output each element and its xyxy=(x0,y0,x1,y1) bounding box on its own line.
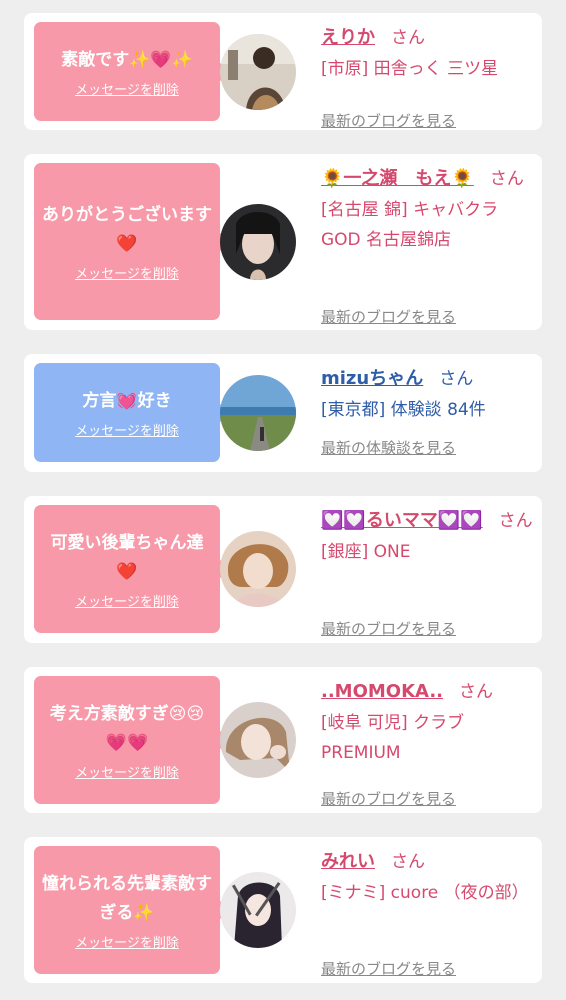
profile-info: mizuちゃん さん [東京都] 体験談 84件 最新の体験談を見る xyxy=(321,364,534,457)
profile-name-link[interactable]: mizuちゃん xyxy=(321,368,423,389)
profile-name-link[interactable]: 💟💟るいママ💟💟 xyxy=(321,510,483,531)
delete-message-link[interactable]: メッセージを削除 xyxy=(75,762,179,781)
message-card: 可愛い後輩ちゃん達❤️ メッセージを削除 💟💟るいママ💟💟 さん [銀座] ONE… xyxy=(24,496,542,643)
profile-name-link[interactable]: ..MOMOKA.. xyxy=(321,681,443,702)
message-bubble: 考え方素敵すぎ😢😢💗💗 メッセージを削除 xyxy=(34,676,230,804)
message-bubble: 可愛い後輩ちゃん達❤️ メッセージを削除 xyxy=(34,505,230,633)
honorific: さん xyxy=(391,852,425,872)
profile-name-link[interactable]: 🌻一之瀬 もえ🌻 xyxy=(321,168,474,189)
shop-info: [市原] 田舎っく 三ツ星 xyxy=(321,59,499,79)
message-bubble: 方言💓好き メッセージを削除 xyxy=(34,363,230,462)
message-text: ありがとうございます❤️ xyxy=(42,205,212,254)
shop-info: [東京都] 体験談 84件 xyxy=(321,400,486,420)
message-card: ありがとうございます❤️ メッセージを削除 🌻一之瀬 もえ🌻 さん [名古屋 錦]… xyxy=(24,154,542,330)
avatar[interactable] xyxy=(220,34,296,110)
message-card: 方言💓好き メッセージを削除 mizuちゃん さん [東京都] 体験談 84件 最… xyxy=(24,354,542,472)
profile-info: 🌻一之瀬 もえ🌻 さん [名古屋 錦] キャバクラ GOD 名古屋錦店 最新のブロ… xyxy=(321,164,534,326)
shop-info: [銀座] ONE xyxy=(321,542,411,562)
honorific: さん xyxy=(459,682,493,702)
avatar[interactable] xyxy=(220,204,296,280)
message-text: 可愛い後輩ちゃん達❤️ xyxy=(50,532,204,582)
avatar[interactable] xyxy=(220,531,296,607)
message-card: 素敵です✨💗✨ メッセージを削除 えりか さん [市原] 田舎っく 三ツ星 最新の… xyxy=(24,13,542,130)
honorific: さん xyxy=(489,169,524,189)
honorific: さん xyxy=(498,511,533,531)
shop-info: [ミナミ] cuore （夜の部） xyxy=(321,883,529,903)
shop-info: [名古屋 錦] キャバクラ GOD 名古屋錦店 xyxy=(321,200,499,250)
profile-info: えりか さん [市原] 田舎っく 三ツ星 最新のブログを見る xyxy=(321,23,534,130)
avatar[interactable] xyxy=(220,872,296,948)
profile-info: ..MOMOKA.. さん [岐阜 可児] クラブ PREMIUM 最新のブログを… xyxy=(321,677,534,808)
message-card: 憧れられる先輩素敵すぎる✨ メッセージを削除 みれい さん [ミナミ] cuore… xyxy=(24,837,542,983)
profile-name-link[interactable]: えりか xyxy=(321,27,375,48)
message-text: 憧れられる先輩素敵すぎる✨ xyxy=(42,873,212,923)
delete-message-link[interactable]: メッセージを削除 xyxy=(75,932,179,951)
honorific: さん xyxy=(391,28,425,48)
avatar[interactable] xyxy=(220,375,296,451)
message-bubble: 憧れられる先輩素敵すぎる✨ メッセージを削除 xyxy=(34,846,230,974)
latest-blog-link[interactable]: 最新のブログを見る xyxy=(321,958,456,980)
delete-message-link[interactable]: メッセージを削除 xyxy=(75,420,179,439)
message-text: 考え方素敵すぎ😢😢💗💗 xyxy=(49,703,205,753)
avatar[interactable] xyxy=(220,702,296,778)
latest-blog-link[interactable]: 最新のブログを見る xyxy=(321,306,456,328)
latest-blog-link[interactable]: 最新のブログを見る xyxy=(321,788,456,810)
message-text: 方言💓好き xyxy=(82,390,172,411)
profile-info: みれい さん [ミナミ] cuore （夜の部） 最新のブログを見る xyxy=(321,847,534,978)
latest-blog-link[interactable]: 最新のブログを見る xyxy=(321,618,456,640)
message-list: 素敵です✨💗✨ メッセージを削除 えりか さん [市原] 田舎っく 三ツ星 最新の… xyxy=(0,0,566,983)
honorific: さん xyxy=(439,369,474,389)
message-bubble: ありがとうございます❤️ メッセージを削除 xyxy=(34,163,230,320)
message-text: 素敵です✨💗✨ xyxy=(61,49,193,70)
profile-name-link[interactable]: みれい xyxy=(321,851,375,872)
message-bubble: 素敵です✨💗✨ メッセージを削除 xyxy=(34,22,230,121)
shop-info: [岐阜 可児] クラブ PREMIUM xyxy=(321,713,465,763)
latest-experience-link[interactable]: 最新の体験談を見る xyxy=(321,437,456,459)
message-card: 考え方素敵すぎ😢😢💗💗 メッセージを削除 ..MOMOKA.. さん [岐阜 可児… xyxy=(24,667,542,813)
delete-message-link[interactable]: メッセージを削除 xyxy=(75,591,179,610)
profile-info: 💟💟るいママ💟💟 さん [銀座] ONE 最新のブログを見る xyxy=(321,506,534,638)
latest-blog-link[interactable]: 最新のブログを見る xyxy=(321,110,456,132)
delete-message-link[interactable]: メッセージを削除 xyxy=(75,79,179,98)
delete-message-link[interactable]: メッセージを削除 xyxy=(75,263,179,282)
